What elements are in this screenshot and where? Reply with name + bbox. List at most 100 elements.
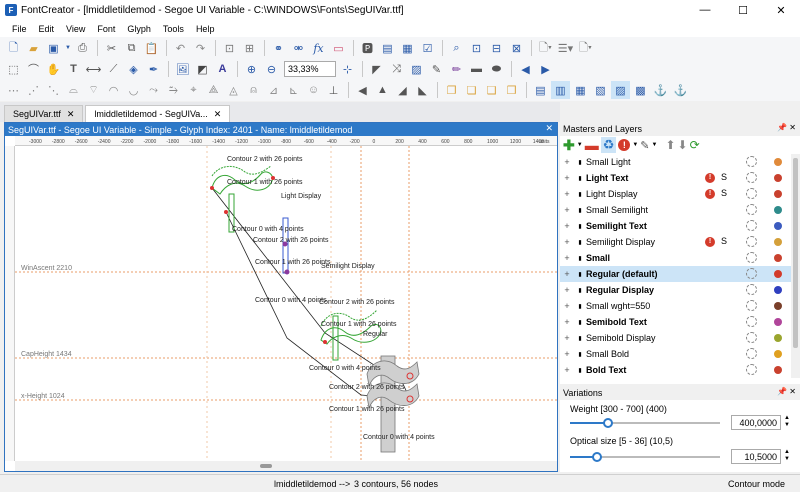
dropdown-icon[interactable]: ▼ [577, 142, 583, 148]
glyph-select-icon[interactable]: ⊞ [240, 39, 259, 57]
pencil-icon[interactable]: ✏ [447, 60, 466, 78]
node-tool-2-icon[interactable]: ⋰ [24, 81, 43, 99]
new-file-icon[interactable]: 🗋 [4, 39, 23, 57]
expand-icon[interactable]: + [560, 317, 574, 327]
node-tool-14-icon[interactable]: ⊿ [264, 81, 283, 99]
align-4-icon[interactable]: ▧ [591, 81, 610, 99]
move-up-icon[interactable]: ⬆ [665, 138, 675, 152]
minimize-button[interactable]: — [686, 0, 724, 20]
zoom-select-icon[interactable]: ⌕ [447, 39, 466, 57]
node-tool-9-icon[interactable]: ⥲ [164, 81, 183, 99]
master-location-icon[interactable] [746, 156, 757, 167]
node-point[interactable] [284, 269, 290, 275]
combine-4-icon[interactable]: ❒ [502, 81, 521, 99]
optical-slider-knob[interactable] [591, 452, 602, 462]
ellipse-shape-icon[interactable]: ⬬ [487, 60, 506, 78]
master-row[interactable]: + ▮ Small wght=550 [560, 298, 791, 314]
transform-icon[interactable]: ⤨ [387, 60, 406, 78]
expand-icon[interactable]: + [560, 221, 574, 231]
tab-glyph[interactable]: lmiddletildemod - SegUIVa... ✕ [85, 105, 231, 122]
node-tool-7-icon[interactable]: ◡ [124, 81, 143, 99]
node-tool-6-icon[interactable]: ◠ [104, 81, 123, 99]
pin-close-icons[interactable]: 📌 ✕ [777, 123, 796, 132]
expand-icon[interactable]: + [560, 269, 574, 279]
combine-2-icon[interactable]: ❏ [462, 81, 481, 99]
text-tool-icon[interactable]: T [64, 60, 83, 78]
expand-icon[interactable]: + [560, 173, 574, 183]
node-tool-4-icon[interactable]: ⌓ [64, 81, 83, 99]
node-tool-3-icon[interactable]: ⋱ [44, 81, 63, 99]
close-editor-icon[interactable]: ✕ [545, 123, 553, 134]
master-location-icon[interactable] [746, 220, 757, 231]
menu-view[interactable]: View [60, 24, 91, 34]
node-tool-13-icon[interactable]: ⍝ [244, 81, 263, 99]
master-row[interactable]: + ▮ Small [560, 250, 791, 266]
node-tool-11-icon[interactable]: ⟁ [204, 81, 223, 99]
flip-down-icon[interactable]: ◢ [393, 81, 412, 99]
master-color-icon[interactable] [774, 366, 782, 374]
unlink-icon[interactable]: ⚮ [289, 39, 308, 57]
align-6-icon[interactable]: ▩ [631, 81, 650, 99]
master-color-icon[interactable] [774, 190, 782, 198]
warning-icon[interactable]: ! [705, 237, 715, 247]
expand-icon[interactable]: + [560, 301, 574, 311]
master-row[interactable]: + ▮ Semilight Display! S [560, 234, 791, 250]
expand-icon[interactable]: + [560, 157, 574, 167]
master-color-icon[interactable] [774, 158, 782, 166]
anchor-alt-icon[interactable]: ⚓ [671, 81, 690, 99]
layers-icon[interactable]: ▦ [398, 39, 417, 57]
pen-icon[interactable]: ✒ [144, 60, 163, 78]
print-icon[interactable]: ⎙ [73, 39, 92, 57]
zoom-level-input[interactable]: 33,33% [284, 61, 336, 77]
cut-icon[interactable]: ✂ [102, 39, 121, 57]
optical-size-slider[interactable] [570, 452, 720, 462]
node-tool-15-icon[interactable]: ⊾ [284, 81, 303, 99]
weight-spinner[interactable]: ▲ ▼ [782, 415, 792, 430]
knife-icon[interactable]: ⟋ [104, 60, 123, 78]
masters-scrollbar[interactable] [791, 154, 800, 378]
image-icon[interactable]: 🖼 [173, 60, 192, 78]
scroll-thumb[interactable] [793, 158, 798, 348]
horizontal-scrollbar[interactable] [15, 461, 557, 471]
master-row[interactable]: + ▮ Semilight Text [560, 218, 791, 234]
expand-icon[interactable]: + [560, 205, 574, 215]
optical-size-value-input[interactable]: 10,5000 [731, 449, 781, 464]
menu-file[interactable]: File [6, 24, 33, 34]
master-location-icon[interactable] [746, 252, 757, 263]
node-point[interactable] [210, 186, 214, 190]
checkbox-tool-icon[interactable]: ☑ [418, 39, 437, 57]
optical-size-spinner[interactable]: ▲ ▼ [782, 449, 792, 464]
node-tool-8-icon[interactable]: ⤳ [144, 81, 163, 99]
master-color-icon[interactable] [774, 206, 782, 214]
page-menu-icon[interactable]: 🗋▾ [536, 39, 555, 57]
rectangle-shape-icon[interactable]: ▬ [467, 60, 486, 78]
weight-slider[interactable] [570, 418, 720, 428]
master-location-icon[interactable] [746, 284, 757, 295]
master-color-icon[interactable] [774, 174, 782, 182]
insert-image-icon[interactable]: ▨ [407, 60, 426, 78]
zoom-out-icon[interactable]: ⊖ [262, 60, 281, 78]
align-1-icon[interactable]: ▤ [531, 81, 550, 99]
combine-3-icon[interactable]: ❑ [482, 81, 501, 99]
remove-master-icon[interactable]: ▬ [585, 137, 599, 153]
close-window-button[interactable]: ✕ [762, 0, 800, 20]
fill-icon[interactable]: ◈ [124, 60, 143, 78]
measure-icon[interactable]: ⟷ [84, 60, 103, 78]
node-tool-10-icon[interactable]: ⌖ [184, 81, 203, 99]
flip-right-icon[interactable]: ◣ [413, 81, 432, 99]
next-glyph-icon[interactable]: ▶ [536, 60, 555, 78]
anchor-tool-icon[interactable]: ⊥ [324, 81, 343, 99]
flip-up-icon[interactable]: ▲ [373, 81, 392, 99]
dropdown-icon[interactable]: ▼ [632, 142, 638, 148]
refresh-icon[interactable]: ⟳ [690, 138, 700, 152]
master-location-icon[interactable] [746, 332, 757, 343]
master-location-icon[interactable] [746, 316, 757, 327]
formula-icon[interactable]: fx [309, 39, 328, 57]
previous-glyph-icon[interactable]: ◀ [516, 60, 535, 78]
font-properties-icon[interactable]: 🅿 [358, 39, 377, 57]
master-location-icon[interactable] [746, 204, 757, 215]
master-row[interactable]: + ▮ Small Light [560, 154, 791, 170]
master-color-icon[interactable] [774, 318, 782, 326]
list-menu-icon[interactable]: ☰▾ [556, 39, 575, 57]
warning-icon[interactable]: ! [618, 139, 631, 151]
